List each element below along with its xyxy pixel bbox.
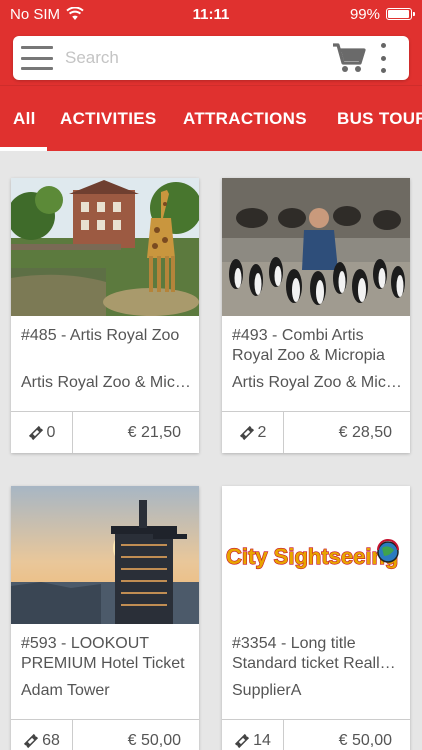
ticket-count-value: 0 bbox=[46, 423, 56, 441]
giraffe-zoo-image bbox=[11, 178, 199, 316]
product-title: #493 - Combi Artis Royal Zoo & Micropia bbox=[232, 327, 385, 364]
product-title: #485 - Artis Royal Zoo bbox=[21, 327, 180, 344]
product-title: #3354 - Long title Standard ticket Reall… bbox=[232, 635, 388, 672]
ticket-icon bbox=[28, 425, 43, 440]
penguins-image bbox=[222, 178, 410, 316]
carrier-label: No SIM bbox=[10, 5, 61, 23]
product-price: € 21,50 bbox=[127, 423, 181, 441]
product-supplier: SupplierA bbox=[232, 682, 302, 699]
product-price: € 50,00 bbox=[127, 731, 181, 749]
product-price: € 28,50 bbox=[338, 423, 392, 441]
ticket-icon bbox=[24, 733, 39, 748]
search-input[interactable] bbox=[65, 48, 331, 68]
app-header bbox=[0, 28, 422, 85]
battery-level bbox=[388, 10, 409, 18]
ticket-count: 14 bbox=[222, 720, 284, 750]
adam-tower-image bbox=[11, 486, 199, 624]
svg-text:City Sightseeing: City Sightseeing bbox=[226, 544, 398, 569]
product-card[interactable]: #593 - LOOKOUT PREMIUM Hotel Ticket Adam… bbox=[11, 486, 199, 750]
product-supplier: Artis Royal Zoo & Micropia bbox=[232, 374, 402, 391]
ticket-count-value: 2 bbox=[257, 423, 267, 441]
ticket-count: 2 bbox=[222, 412, 284, 453]
product-title: #593 - LOOKOUT PREMIUM Hotel Ticket bbox=[21, 635, 185, 672]
ticket-icon bbox=[239, 425, 254, 440]
card-footer: 2 € 28,50 bbox=[222, 411, 410, 453]
status-bar: No SIM 11:11 99% bbox=[0, 0, 422, 28]
battery-percent: 99% bbox=[349, 5, 380, 23]
card-footer: 0 € 21,50 bbox=[11, 411, 199, 453]
tab-all[interactable]: All bbox=[13, 86, 36, 151]
category-tabs: All ACTIVITIES ATTRACTIONS BUS TOURS bbox=[0, 85, 422, 151]
more-options-icon[interactable] bbox=[379, 43, 387, 73]
cart-icon[interactable] bbox=[331, 41, 367, 75]
card-footer: 68 € 50,00 bbox=[11, 719, 199, 750]
product-card[interactable]: #485 - Artis Royal Zoo Artis Royal Zoo &… bbox=[11, 178, 199, 453]
ticket-count: 0 bbox=[11, 412, 73, 453]
tab-bus-tours[interactable]: BUS TOURS bbox=[337, 86, 422, 151]
product-supplier: Adam Tower bbox=[21, 682, 110, 699]
city-sightseeing-logo-image: City Sightseeing bbox=[222, 486, 410, 624]
ticket-count: 68 bbox=[11, 720, 73, 750]
wifi-icon bbox=[66, 7, 84, 20]
tab-attractions[interactable]: ATTRACTIONS bbox=[183, 86, 307, 151]
ticket-count-value: 68 bbox=[42, 731, 60, 749]
ticket-icon bbox=[235, 733, 250, 748]
product-supplier: Artis Royal Zoo & Micropia bbox=[21, 374, 191, 391]
product-price: € 50,00 bbox=[338, 731, 392, 749]
search-bar bbox=[13, 36, 409, 80]
ticket-count-value: 14 bbox=[253, 731, 271, 749]
product-card[interactable]: #493 - Combi Artis Royal Zoo & Micropia … bbox=[222, 178, 410, 453]
status-right: 99% bbox=[349, 5, 415, 23]
product-grid: #485 - Artis Royal Zoo Artis Royal Zoo &… bbox=[0, 151, 422, 750]
product-card[interactable]: City Sightseeing #3354 - Long title Stan… bbox=[222, 486, 410, 750]
card-footer: 14 € 50,00 bbox=[222, 719, 410, 750]
battery-icon bbox=[386, 8, 415, 20]
status-left: No SIM bbox=[10, 6, 84, 23]
hamburger-icon[interactable] bbox=[21, 46, 53, 70]
tab-activities[interactable]: ACTIVITIES bbox=[60, 86, 157, 151]
